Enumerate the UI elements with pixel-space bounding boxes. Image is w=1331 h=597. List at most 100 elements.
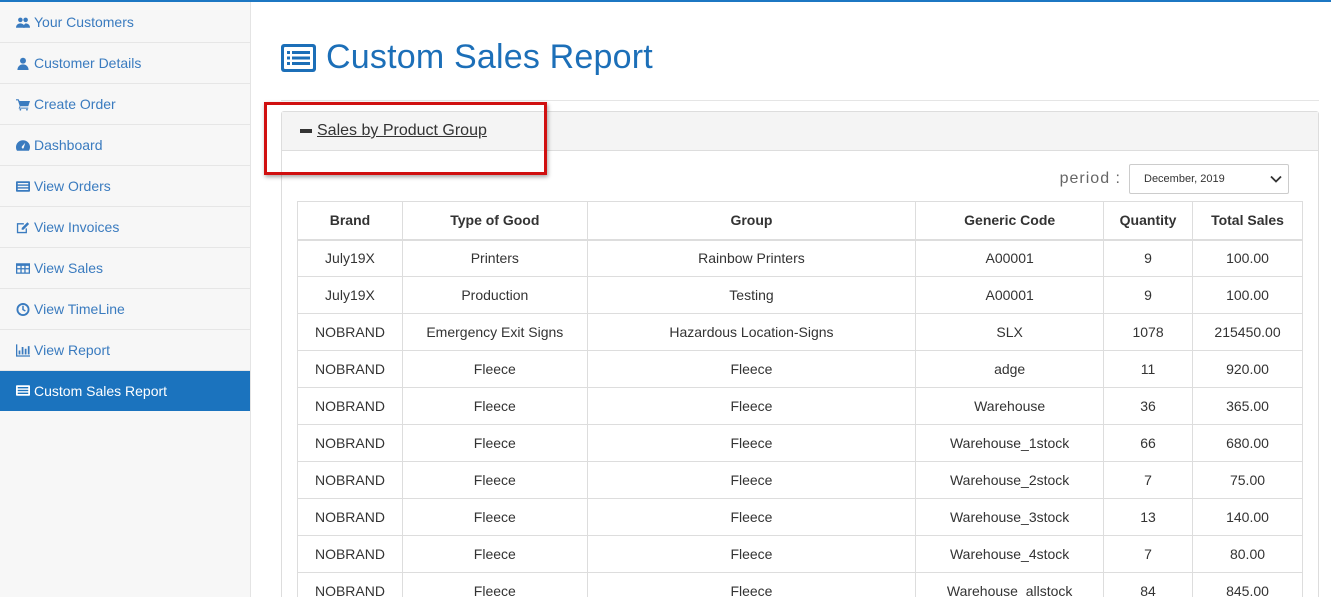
sidebar: Your Customers Customer Details Create O… (0, 2, 251, 597)
cell-total-sales: 75.00 (1192, 461, 1303, 499)
column-header-quantity[interactable]: Quantity (1103, 201, 1194, 241)
sidebar-item-dashboard[interactable]: Dashboard (0, 125, 250, 166)
sidebar-item-view-report[interactable]: View Report (0, 330, 250, 371)
table-row: NOBRAND Fleece Fleece Warehouse_2stock 7 75.0… (297, 461, 1303, 499)
cell-total-sales: 920.00 (1192, 350, 1303, 388)
cell-generic-code: Warehouse_allstock (915, 572, 1105, 597)
cell-group: Fleece (586, 387, 917, 425)
column-header-total-sales[interactable]: Total Sales (1192, 201, 1303, 241)
cell-generic-code: A00001 (915, 239, 1105, 277)
cell-brand: July19X (297, 276, 403, 314)
list-alt-icon (15, 384, 30, 398)
cell-type-of-good: Fleece (401, 424, 588, 462)
column-header-brand[interactable]: Brand (297, 201, 403, 241)
header-divider (281, 100, 1319, 101)
sidebar-item-customer-details[interactable]: Customer Details (0, 43, 250, 84)
cell-generic-code: Warehouse (915, 387, 1105, 425)
cell-group: Fleece (586, 424, 917, 462)
sidebar-item-view-invoices[interactable]: View Invoices (0, 207, 250, 248)
cell-type-of-good: Emergency Exit Signs (401, 313, 588, 351)
cell-total-sales: 100.00 (1192, 239, 1303, 277)
sidebar-item-label: View Invoices (34, 219, 120, 235)
cell-generic-code: adge (915, 350, 1105, 388)
table-icon (15, 261, 30, 275)
cell-quantity: 84 (1103, 572, 1194, 597)
table-row: July19X Printers Rainbow Printers A00001 9 10… (297, 239, 1303, 277)
period-select-value: December, 2019 (1144, 173, 1225, 185)
table-header-row: Brand Type of Good Group Generic Code Qu… (297, 201, 1303, 241)
dashboard-icon (15, 138, 30, 152)
cell-brand: NOBRAND (297, 387, 403, 425)
cell-brand: NOBRAND (297, 350, 403, 388)
edit-icon (15, 220, 30, 234)
sidebar-item-label: View TimeLine (34, 301, 125, 317)
cell-type-of-good: Fleece (401, 387, 588, 425)
cell-group: Fleece (586, 461, 917, 499)
sidebar-item-custom-sales-report[interactable]: Custom Sales Report (0, 371, 250, 411)
column-header-group[interactable]: Group (586, 201, 917, 241)
sidebar-item-view-orders[interactable]: View Orders (0, 166, 250, 207)
period-label: period : (1059, 170, 1121, 187)
sidebar-item-label: Dashboard (34, 137, 103, 153)
sidebar-item-view-sales[interactable]: View Sales (0, 248, 250, 289)
table-row: NOBRAND Fleece Fleece Warehouse 36 365.00 (297, 387, 1303, 425)
cell-total-sales: 365.00 (1192, 387, 1303, 425)
sidebar-item-create-order[interactable]: Create Order (0, 84, 250, 125)
cell-quantity: 1078 (1103, 313, 1194, 351)
sidebar-item-view-timeline[interactable]: View TimeLine (0, 289, 250, 330)
cell-type-of-good: Fleece (401, 350, 588, 388)
list-icon (15, 179, 30, 193)
cell-type-of-good: Fleece (401, 535, 588, 573)
table-row: NOBRAND Fleece Fleece Warehouse_1stock 66 680… (297, 424, 1303, 462)
cell-generic-code: A00001 (915, 276, 1105, 314)
cell-group: Testing (586, 276, 917, 314)
sidebar-item-label: Custom Sales Report (34, 382, 168, 399)
table-row: NOBRAND Fleece Fleece Warehouse_3stock 13 140… (297, 498, 1303, 536)
sidebar-item-label: View Orders (34, 178, 111, 194)
table-row: July19X Production Testing A00001 9 100.00 (297, 276, 1303, 314)
table-row: NOBRAND Fleece Fleece Warehouse_allstock 84 8… (297, 572, 1303, 597)
period-selector: period : December, 2019 (1060, 164, 1289, 194)
cell-brand: NOBRAND (297, 498, 403, 536)
cell-quantity: 7 (1103, 461, 1194, 499)
cell-quantity: 11 (1103, 350, 1194, 388)
table-row: NOBRAND Emergency Exit Signs Hazardous Loc… (297, 313, 1303, 351)
sales-by-product-group-toggle[interactable]: Sales by Product Group (317, 122, 487, 140)
sidebar-item-label: Your Customers (34, 14, 134, 30)
cell-generic-code: Warehouse_3stock (915, 498, 1105, 536)
column-header-type-of-good[interactable]: Type of Good (401, 201, 588, 241)
cell-group: Fleece (586, 350, 917, 388)
cell-generic-code: Warehouse_2stock (915, 461, 1105, 499)
cell-quantity: 7 (1103, 535, 1194, 573)
cell-generic-code: Warehouse_4stock (915, 535, 1105, 573)
table-row: NOBRAND Fleece Fleece Warehouse_4stock 7 80.0… (297, 535, 1303, 573)
cell-total-sales: 100.00 (1192, 276, 1303, 314)
sidebar-item-label: View Sales (34, 260, 104, 276)
cell-brand: NOBRAND (297, 313, 403, 351)
cell-quantity: 66 (1103, 424, 1194, 462)
cell-total-sales: 215450.00 (1192, 313, 1303, 351)
clock-icon (15, 302, 30, 316)
cell-quantity: 9 (1103, 276, 1194, 314)
cell-total-sales: 140.00 (1192, 498, 1303, 536)
cell-quantity: 36 (1103, 387, 1194, 425)
list-alt-icon (281, 43, 316, 72)
cell-brand: NOBRAND (297, 572, 403, 597)
sidebar-item-your-customers[interactable]: Your Customers (0, 2, 250, 43)
sidebar-item-label: Customer Details (34, 55, 142, 71)
period-select[interactable]: December, 2019 (1129, 164, 1289, 194)
cell-quantity: 13 (1103, 498, 1194, 536)
chevron-down-icon (1270, 175, 1282, 183)
cell-brand: NOBRAND (297, 424, 403, 462)
page-title: Custom Sales Report (326, 38, 653, 76)
cell-generic-code: SLX (915, 313, 1105, 351)
cell-group: Hazardous Location-Signs (586, 313, 917, 351)
cell-brand: July19X (297, 239, 403, 277)
cell-type-of-good: Fleece (401, 498, 588, 536)
page-header: Custom Sales Report (281, 38, 653, 77)
bar-chart-icon (15, 343, 30, 357)
cell-brand: NOBRAND (297, 535, 403, 573)
column-header-generic-code[interactable]: Generic Code (915, 201, 1105, 241)
cell-group: Fleece (586, 498, 917, 536)
minus-icon (300, 129, 312, 133)
